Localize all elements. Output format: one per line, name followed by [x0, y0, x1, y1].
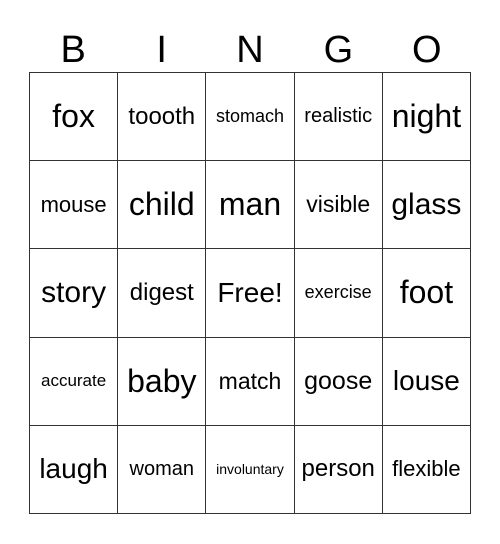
bingo-cell: man: [206, 161, 295, 250]
bingo-cell: woman: [118, 425, 207, 514]
bingo-cell: flexible: [382, 425, 471, 514]
bingo-cell: baby: [118, 337, 207, 426]
bingo-cell: stomach: [206, 73, 295, 162]
bingo-cell: fox: [30, 73, 119, 162]
bingo-cell: night: [382, 73, 471, 162]
header-letter-g: G: [323, 29, 354, 71]
header-letter-i: I: [156, 29, 167, 71]
bingo-cell: Free!: [206, 249, 295, 338]
bingo-cell: mouse: [30, 161, 119, 250]
bingo-cell: involuntary: [206, 425, 295, 514]
bingo-cell: foot: [382, 249, 471, 338]
bingo-grid: fox toooth stomach realistic night mouse child…: [29, 72, 471, 514]
bingo-cell: toooth: [118, 73, 207, 162]
bingo-cell: match: [206, 337, 295, 426]
bingo-cell: laugh: [30, 425, 119, 514]
bingo-cell: visible: [294, 161, 383, 250]
bingo-header: B I N G O: [29, 28, 471, 72]
bingo-cell: digest: [118, 249, 207, 338]
bingo-cell: realistic: [294, 73, 383, 162]
bingo-cell: child: [118, 161, 207, 250]
header-letter-n: N: [236, 29, 264, 71]
header-letter-b: B: [60, 29, 86, 71]
bingo-cell: glass: [382, 161, 471, 250]
bingo-cell: person: [294, 425, 383, 514]
bingo-cell: story: [30, 249, 119, 338]
header-letter-o: O: [412, 29, 442, 71]
bingo-cell: louse: [382, 337, 471, 426]
bingo-cell: accurate: [30, 337, 119, 426]
bingo-cell: exercise: [294, 249, 383, 338]
bingo-cell: goose: [294, 337, 383, 426]
